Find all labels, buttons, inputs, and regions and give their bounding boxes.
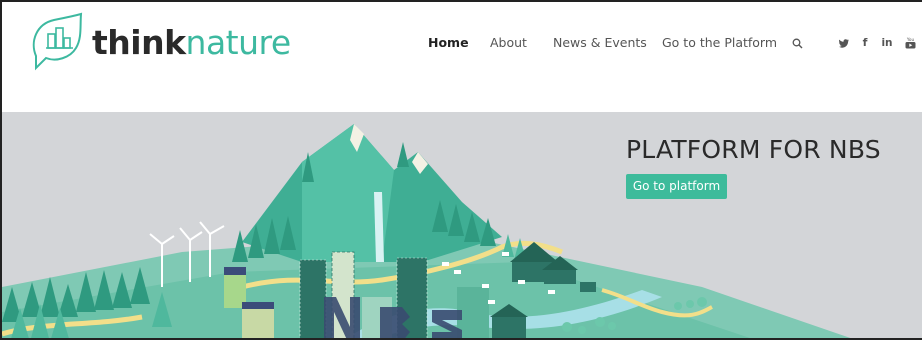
thinknature-logo-icon — [32, 12, 83, 71]
nav-item-about[interactable]: About — [490, 32, 527, 54]
site-header: thinknature Home About News & Events Go … — [2, 2, 922, 112]
youtube-icon-label: You — [905, 37, 914, 42]
search-icon[interactable] — [790, 32, 804, 54]
facebook-icon[interactable]: f — [860, 32, 870, 54]
hero-banner: PLATFORM FOR NBS Go to platform — [2, 112, 922, 338]
nav-item-go-to-platform[interactable]: Go to the Platform — [662, 32, 777, 54]
logo-text-light: nature — [185, 22, 292, 62]
nav-item-news-events[interactable]: News & Events — [553, 32, 647, 54]
nav-item-home[interactable]: Home — [428, 32, 469, 54]
logo-text-bold: think — [92, 22, 186, 62]
logo-wordmark: thinknature — [92, 26, 291, 59]
page-frame: thinknature Home About News & Events Go … — [0, 0, 922, 340]
hero-title: PLATFORM FOR NBS — [626, 135, 881, 164]
linkedin-icon[interactable]: in — [880, 32, 894, 54]
youtube-icon[interactable]: You — [904, 32, 916, 54]
logo[interactable]: thinknature — [26, 12, 291, 72]
go-to-platform-button[interactable]: Go to platform — [626, 174, 727, 199]
twitter-icon[interactable] — [838, 32, 850, 54]
